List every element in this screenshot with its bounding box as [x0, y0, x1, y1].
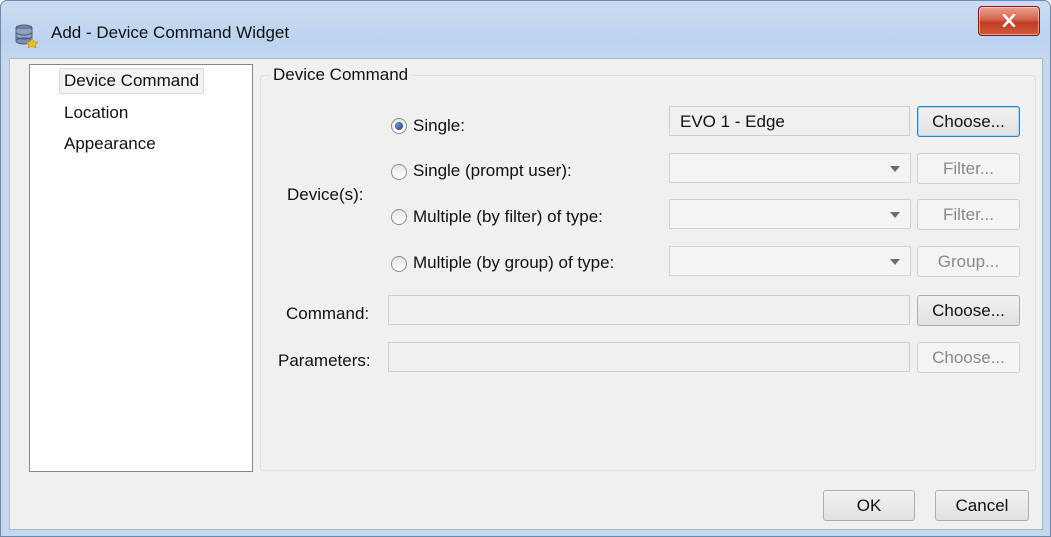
filter-prompt-button[interactable]: Filter... — [917, 153, 1020, 184]
cancel-button[interactable]: Cancel — [935, 490, 1029, 521]
multiple-group-label: Multiple (by group) of type: — [413, 253, 615, 272]
single-prompt-radio[interactable] — [391, 164, 407, 180]
title-bar[interactable]: Add - Device Command Widget — [1, 1, 1050, 61]
choose-command-button[interactable]: Choose... — [917, 295, 1020, 326]
single-radio[interactable] — [391, 118, 407, 134]
single-prompt-label: Single (prompt user): — [413, 161, 572, 180]
sidebar-item-location[interactable]: Location — [60, 101, 132, 125]
chevron-down-icon — [890, 166, 900, 172]
window-title: Add - Device Command Widget — [51, 23, 290, 42]
chevron-down-icon — [890, 212, 900, 218]
devices-label: Device(s): — [287, 185, 364, 204]
group-title: Device Command — [269, 65, 413, 85]
parameters-field[interactable] — [388, 342, 910, 372]
single-device-field[interactable]: EVO 1 - Edge — [669, 106, 910, 136]
sidebar-nav — [29, 64, 253, 472]
single-prompt-type-select[interactable] — [669, 153, 911, 183]
command-field[interactable] — [388, 295, 910, 325]
choose-device-button[interactable]: Choose... — [917, 106, 1020, 137]
single-label: Single: — [413, 116, 465, 135]
dialog-window: Add - Device Command Widget Device Comma… — [0, 0, 1051, 537]
filter-multiple-button[interactable]: Filter... — [917, 199, 1020, 230]
group-button[interactable]: Group... — [917, 246, 1020, 277]
parameters-label: Parameters: — [278, 351, 371, 370]
close-button[interactable] — [978, 6, 1040, 36]
multiple-group-type-select[interactable] — [669, 246, 911, 276]
sidebar-item-device-command[interactable]: Device Command — [59, 68, 205, 94]
dialog-body: Device Command Location Appearance Devic… — [9, 58, 1043, 530]
multiple-filter-radio[interactable] — [391, 209, 407, 225]
multiple-group-radio[interactable] — [391, 256, 407, 272]
sidebar-item-appearance[interactable]: Appearance — [60, 132, 160, 156]
choose-parameters-button[interactable]: Choose... — [917, 342, 1020, 373]
multiple-filter-label: Multiple (by filter) of type: — [413, 207, 603, 226]
database-widget-icon — [15, 24, 39, 48]
chevron-down-icon — [890, 259, 900, 265]
close-icon — [1002, 14, 1016, 27]
multiple-filter-type-select[interactable] — [669, 199, 911, 229]
command-label: Command: — [286, 304, 370, 323]
ok-button[interactable]: OK — [823, 490, 915, 521]
